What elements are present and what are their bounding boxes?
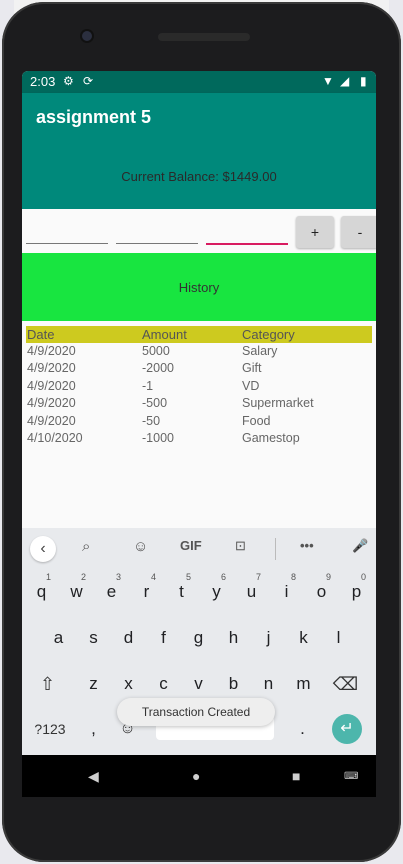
key-d[interactable]: d bbox=[113, 619, 144, 657]
key-q[interactable]: q1 bbox=[26, 572, 57, 611]
key-l[interactable]: l bbox=[323, 619, 354, 657]
balance-panel: Current Balance: $1449.00 bbox=[22, 143, 376, 209]
key-comma[interactable]: , bbox=[78, 710, 109, 748]
enter-icon[interactable]: ↵ bbox=[332, 714, 362, 744]
table-header: Date Amount Category bbox=[26, 326, 372, 343]
input-row: + - bbox=[22, 209, 376, 253]
table-row: 4/9/2020 -50 Food bbox=[26, 413, 372, 430]
key-w[interactable]: w2 bbox=[61, 572, 92, 611]
history-button[interactable]: History bbox=[22, 253, 376, 321]
table-row: 4/9/2020 -2000 Gift bbox=[26, 360, 372, 377]
key-i[interactable]: i8 bbox=[271, 572, 302, 611]
row-date: 4/9/2020 bbox=[27, 378, 76, 393]
amount-field[interactable] bbox=[116, 225, 198, 244]
keyboard-row-1: q1 w2 e3 r4 t5 y6 u7 i8 o9 p0 bbox=[22, 572, 376, 613]
app-title: assignment 5 bbox=[36, 107, 152, 127]
key-h[interactable]: h bbox=[218, 619, 249, 657]
row-category: Food bbox=[242, 413, 271, 428]
nav-home-icon[interactable]: ● bbox=[192, 768, 200, 784]
key-k[interactable]: k bbox=[288, 619, 319, 657]
gif-icon[interactable]: GIF bbox=[180, 538, 202, 553]
speaker-grille bbox=[158, 33, 250, 41]
header-category: Category bbox=[242, 327, 295, 342]
row-amount: 5000 bbox=[142, 344, 170, 358]
key-a[interactable]: a bbox=[43, 619, 74, 657]
more-icon[interactable]: ••• bbox=[300, 538, 314, 553]
camera-icon bbox=[82, 31, 92, 41]
search-icon[interactable]: ⌕ bbox=[82, 538, 90, 555]
signal-icon: ◢ bbox=[340, 74, 350, 88]
key-s[interactable]: s bbox=[78, 619, 109, 657]
transactions-table: Date Amount Category 4/9/2020 5000 Salar… bbox=[26, 326, 372, 447]
subtract-button[interactable]: - bbox=[341, 216, 376, 248]
row-date: 4/9/2020 bbox=[27, 344, 76, 358]
status-time: 2:03 bbox=[30, 74, 56, 89]
keyboard-row-2: a s d f g h j k l bbox=[22, 619, 376, 659]
key-e[interactable]: e3 bbox=[96, 572, 127, 611]
symbols-key[interactable]: ?123 bbox=[32, 710, 68, 748]
row-category: Gamestop bbox=[242, 430, 300, 445]
key-m[interactable]: m bbox=[288, 665, 319, 703]
row-amount: -1 bbox=[142, 378, 154, 393]
current-balance: Current Balance: $1449.00 bbox=[121, 169, 277, 184]
row-category: Salary bbox=[242, 344, 278, 358]
device-screen: 2:03 ⚙ ⟳ ▼ ◢ ▮ assignment 5 Current Bala… bbox=[22, 71, 376, 784]
add-button[interactable]: + bbox=[296, 216, 334, 248]
sticker-icon[interactable]: ☺ bbox=[133, 538, 148, 555]
app-bar: assignment 5 bbox=[22, 93, 376, 143]
key-p[interactable]: p0 bbox=[341, 572, 372, 611]
row-date: 4/9/2020 bbox=[27, 396, 76, 411]
row-category: VD bbox=[242, 378, 260, 393]
key-t[interactable]: t5 bbox=[166, 572, 197, 611]
category-field[interactable] bbox=[206, 225, 288, 245]
key-o[interactable]: o9 bbox=[306, 572, 337, 611]
header-amount: Amount bbox=[142, 327, 187, 342]
mic-icon[interactable]: 🎤 bbox=[352, 538, 368, 554]
key-u[interactable]: u7 bbox=[236, 572, 267, 611]
row-amount: -50 bbox=[142, 413, 161, 428]
key-r[interactable]: r4 bbox=[131, 572, 162, 611]
header-date: Date bbox=[27, 327, 55, 342]
key-z[interactable]: z bbox=[78, 665, 109, 703]
battery-icon: ▮ bbox=[360, 74, 367, 88]
table-row: 4/9/2020 -500 Supermarket bbox=[26, 395, 372, 412]
row-category: Supermarket bbox=[242, 396, 314, 411]
back-icon[interactable]: ‹ bbox=[30, 536, 56, 562]
system-nav-bar: ◀ ● ■ ⌨ bbox=[22, 755, 376, 797]
shift-icon[interactable]: ⇧ bbox=[32, 665, 63, 703]
key-g[interactable]: g bbox=[183, 619, 214, 657]
table-row: 4/10/2020 -1000 Gamestop bbox=[26, 430, 372, 447]
key-period[interactable]: . bbox=[287, 710, 318, 748]
row-date: 4/9/2020 bbox=[27, 413, 76, 428]
row-category: Gift bbox=[242, 361, 262, 376]
keyboard-switch-icon[interactable]: ⌨ bbox=[344, 771, 358, 782]
key-y[interactable]: y6 bbox=[201, 572, 232, 611]
row-amount: -500 bbox=[142, 396, 168, 411]
backspace-icon[interactable]: ⌫ bbox=[330, 665, 361, 703]
key-f[interactable]: f bbox=[148, 619, 179, 657]
toast-message: Transaction Created bbox=[117, 698, 275, 726]
row-amount: -2000 bbox=[142, 361, 174, 376]
key-j[interactable]: j bbox=[253, 619, 284, 657]
date-field[interactable] bbox=[26, 225, 108, 244]
history-label: History bbox=[178, 280, 220, 295]
sync-icon: ⟳ bbox=[83, 74, 94, 88]
table-row: 4/9/2020 5000 Salary bbox=[26, 343, 372, 360]
wifi-icon: ▼ bbox=[322, 74, 334, 88]
status-bar: 2:03 ⚙ ⟳ ▼ ◢ ▮ bbox=[22, 71, 376, 93]
translate-icon[interactable]: ⊡ bbox=[235, 538, 246, 554]
table-row: 4/9/2020 -1 VD bbox=[26, 378, 372, 395]
keyboard-toolbar: ‹ ⌕ ☺ GIF ⊡ ••• 🎤 bbox=[22, 528, 376, 570]
row-date: 4/10/2020 bbox=[27, 430, 83, 445]
gear-icon: ⚙ bbox=[63, 74, 74, 88]
row-date: 4/9/2020 bbox=[27, 361, 76, 376]
toolbar-divider bbox=[275, 538, 276, 560]
row-amount: -1000 bbox=[142, 430, 174, 445]
nav-back-icon[interactable]: ◀ bbox=[88, 768, 99, 785]
nav-recents-icon[interactable]: ■ bbox=[292, 768, 300, 784]
